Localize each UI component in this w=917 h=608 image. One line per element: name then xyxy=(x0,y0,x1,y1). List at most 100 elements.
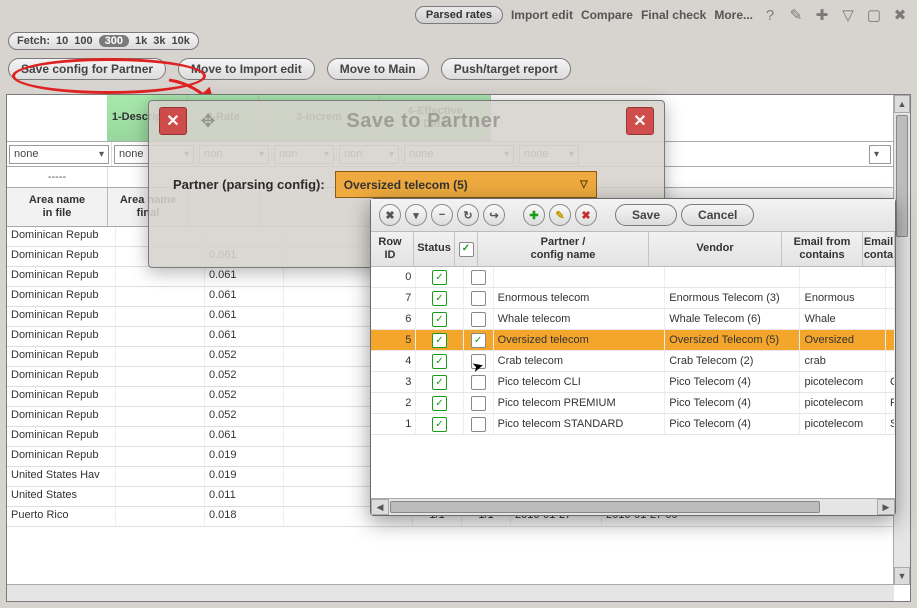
scroll-up-arrow-icon[interactable]: ▲ xyxy=(894,95,910,113)
row-checkbox[interactable] xyxy=(471,396,486,411)
cell-select[interactable] xyxy=(464,351,494,371)
picker-col-vendor[interactable]: Vendor xyxy=(649,232,782,266)
fetch-opt-1k[interactable]: 1k xyxy=(135,35,147,47)
horizontal-scrollbar[interactable] xyxy=(7,584,894,601)
cell-status[interactable]: ✓ xyxy=(416,372,463,392)
picker-row[interactable]: 7✓Enormous telecomEnormous Telecom (3)En… xyxy=(371,288,895,309)
cell-area: Dominican Repub xyxy=(7,427,116,446)
row-checkbox[interactable]: ✓ xyxy=(471,333,486,348)
cell-status[interactable]: ✓ xyxy=(416,309,463,329)
edit-icon[interactable]: ✎ xyxy=(787,6,805,24)
picker-toolbar: ✖ ▾ − ↻ ↪ ✚ ✎ ✖ Save Cancel xyxy=(371,199,895,232)
cell-select[interactable] xyxy=(464,267,494,287)
status-checkbox-icon[interactable]: ✓ xyxy=(432,270,447,285)
scroll-left-arrow-icon[interactable]: ◀ xyxy=(371,499,389,515)
row-checkbox[interactable] xyxy=(471,417,486,432)
picker-row[interactable]: 3✓Pico telecom CLIPico Telecom (4)picote… xyxy=(371,372,895,393)
row-checkbox[interactable] xyxy=(471,270,486,285)
tab-more[interactable]: More... xyxy=(714,8,753,22)
picker-scroll-thumb[interactable] xyxy=(390,501,820,513)
row-checkbox[interactable] xyxy=(471,354,486,369)
cell-status[interactable]: ✓ xyxy=(416,393,463,413)
picker-col-rowid[interactable]: Row ID xyxy=(371,232,414,266)
save-config-button[interactable]: Save config for Partner xyxy=(8,58,166,80)
fetch-opt-10[interactable]: 10 xyxy=(56,35,68,47)
cell-select[interactable] xyxy=(464,414,494,434)
cell-status[interactable]: ✓ xyxy=(416,330,463,350)
scroll-down-arrow-icon[interactable]: ▼ xyxy=(894,567,910,585)
picker-col-partner[interactable]: Partner / config name xyxy=(478,232,649,266)
picker-body[interactable]: 0✓7✓Enormous telecomEnormous Telecom (3)… xyxy=(371,267,895,498)
cell-select[interactable] xyxy=(464,288,494,308)
dialog-close-button[interactable]: ✕ xyxy=(159,107,187,135)
picker-minus-button[interactable]: − xyxy=(431,204,453,226)
cell-rowid: 1 xyxy=(371,414,416,434)
cell-select[interactable] xyxy=(464,309,494,329)
cell-status[interactable]: ✓ xyxy=(416,414,463,434)
move-import-button[interactable]: Move to Import edit xyxy=(178,58,315,80)
collapse-icon[interactable]: ▽ xyxy=(839,6,857,24)
picker-col-status[interactable]: Status xyxy=(414,232,455,266)
status-checkbox-icon[interactable]: ✓ xyxy=(432,417,447,432)
status-checkbox-icon[interactable]: ✓ xyxy=(432,354,447,369)
picker-col-email2[interactable]: Email conta xyxy=(863,232,895,266)
filter-col1-select[interactable]: none xyxy=(9,145,109,164)
picker-row[interactable]: 1✓Pico telecom STANDARDPico Telecom (4)p… xyxy=(371,414,895,435)
picker-row[interactable]: 6✓Whale telecomWhale Telecom (6)Whale xyxy=(371,309,895,330)
picker-filter-button[interactable]: ▾ xyxy=(405,204,427,226)
sub-header-area-file[interactable]: Area name in file xyxy=(7,188,108,226)
cell-status[interactable]: ✓ xyxy=(416,288,463,308)
picker-row[interactable]: 2✓Pico telecom PREMIUMPico Telecom (4)pi… xyxy=(371,393,895,414)
row-checkbox[interactable] xyxy=(471,312,486,327)
fetch-opt-300[interactable]: 300 xyxy=(99,35,129,47)
cell-select[interactable]: ✓ xyxy=(464,330,494,350)
picker-hscroll[interactable]: ◀ ▶ xyxy=(371,498,895,515)
status-checkbox-icon[interactable]: ✓ xyxy=(432,396,447,411)
picker-edit-button[interactable]: ✎ xyxy=(549,204,571,226)
cell-select[interactable] xyxy=(464,393,494,413)
status-checkbox-icon[interactable]: ✓ xyxy=(432,333,447,348)
add-icon[interactable]: ✚ xyxy=(813,6,831,24)
fetch-opt-10k[interactable]: 10k xyxy=(171,35,189,47)
picker-reload-button[interactable]: ↻ xyxy=(457,204,479,226)
picker-redo-button[interactable]: ↪ xyxy=(483,204,505,226)
cell-status[interactable]: ✓ xyxy=(416,267,463,287)
tab-final-check[interactable]: Final check xyxy=(641,8,706,22)
partner-config-dropdown[interactable]: Oversized telecom (5) ▽ xyxy=(335,171,597,198)
dialog-close-button-2[interactable]: ✕ xyxy=(626,107,654,135)
picker-row[interactable]: 5✓✓Oversized telecomOversized Telecom (5… xyxy=(371,330,895,351)
help-icon[interactable]: ? xyxy=(761,6,779,24)
filter-end-dd[interactable] xyxy=(869,145,891,164)
picker-row[interactable]: 0✓ xyxy=(371,267,895,288)
picker-delete-button[interactable]: ✖ xyxy=(575,204,597,226)
tab-compare[interactable]: Compare xyxy=(581,8,633,22)
picker-close-button[interactable]: ✖ xyxy=(379,204,401,226)
picker-cancel-button[interactable]: Cancel xyxy=(681,204,754,226)
header-checkbox[interactable]: ✓ xyxy=(459,242,474,257)
row-checkbox[interactable] xyxy=(471,375,486,390)
scroll-right-arrow-icon[interactable]: ▶ xyxy=(877,499,895,515)
tab-parsed-rates[interactable]: Parsed rates xyxy=(415,6,503,24)
close-icon[interactable]: ✖ xyxy=(891,6,909,24)
picker-col-email[interactable]: Email from contains xyxy=(782,232,863,266)
fetch-opt-100[interactable]: 100 xyxy=(74,35,92,47)
fetch-label: Fetch: xyxy=(17,35,50,47)
cell-status[interactable]: ✓ xyxy=(416,351,463,371)
tab-import-edit[interactable]: Import edit xyxy=(511,8,573,22)
maximize-icon[interactable]: ▢ xyxy=(865,6,883,24)
picker-add-button[interactable]: ✚ xyxy=(523,204,545,226)
dialog-move-icon[interactable]: ✥ xyxy=(195,108,221,134)
cell-select[interactable] xyxy=(464,372,494,392)
scroll-thumb[interactable] xyxy=(896,115,908,237)
move-main-button[interactable]: Move to Main xyxy=(327,58,429,80)
picker-save-button[interactable]: Save xyxy=(615,204,677,226)
row-checkbox[interactable] xyxy=(471,291,486,306)
picker-col-checkbox[interactable]: ✓ xyxy=(455,232,478,266)
picker-row[interactable]: 4✓Crab telecomCrab Telecom (2)crab xyxy=(371,351,895,372)
fetch-opt-3k[interactable]: 3k xyxy=(153,35,165,47)
status-checkbox-icon[interactable]: ✓ xyxy=(432,291,447,306)
status-checkbox-icon[interactable]: ✓ xyxy=(432,375,447,390)
cell-rate: 0.052 xyxy=(205,387,284,406)
status-checkbox-icon[interactable]: ✓ xyxy=(432,312,447,327)
push-report-button[interactable]: Push/target report xyxy=(441,58,571,80)
